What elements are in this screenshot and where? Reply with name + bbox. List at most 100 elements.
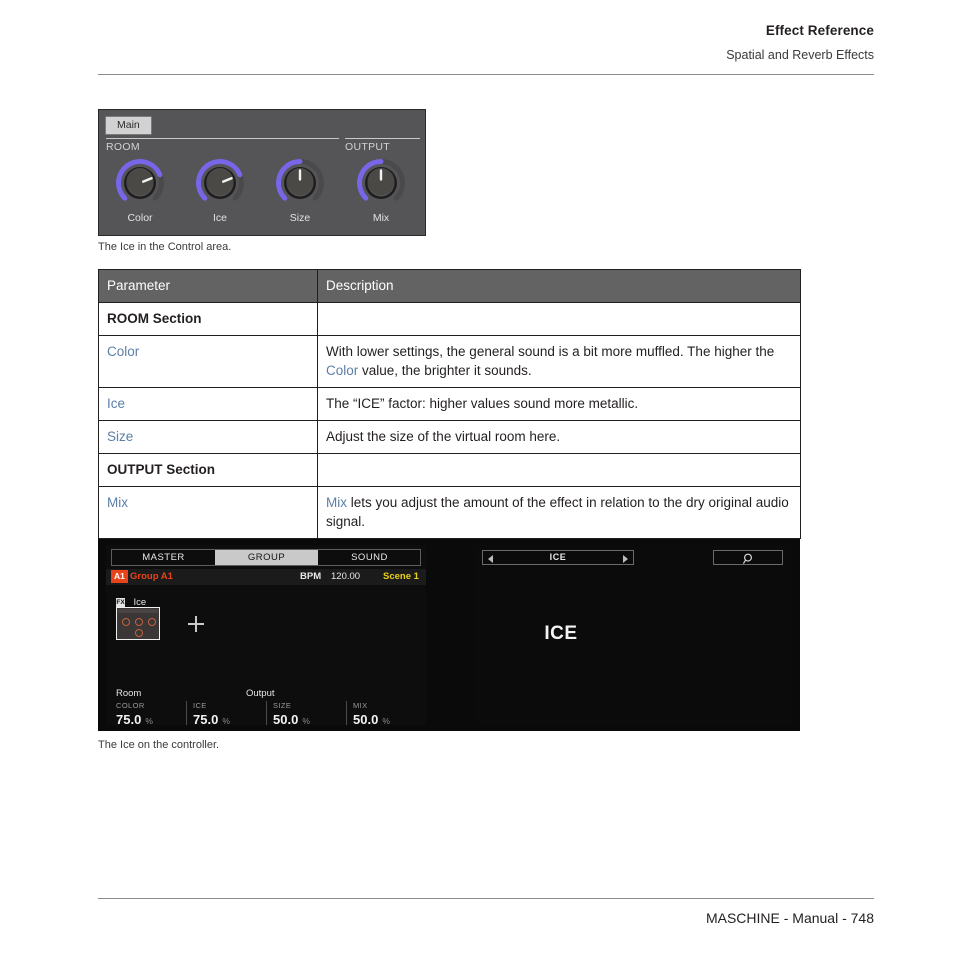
knob-color-label: Color xyxy=(127,212,153,224)
slot-knob-icon xyxy=(135,618,143,626)
desc-link[interactable]: Mix xyxy=(326,495,347,510)
row-description: The “ICE” factor: higher values sound mo… xyxy=(317,387,801,421)
plugin-display-name-wrap: ICE xyxy=(474,623,792,645)
knob-ice-dial[interactable] xyxy=(192,157,248,209)
header-title: Effect Reference xyxy=(765,23,874,38)
footer-divider xyxy=(98,898,874,899)
row-parameter[interactable]: Ice xyxy=(98,387,318,421)
knob-mix[interactable]: Mix xyxy=(349,157,413,224)
controller-tab-bar: MASTER GROUP SOUND xyxy=(111,549,421,566)
table-row: Mix Mix lets you adjust the amount of th… xyxy=(98,486,801,539)
plugin-selector-value: ICE xyxy=(549,552,567,562)
fx-icon: FX xyxy=(116,598,125,608)
plugin-selector[interactable]: ICE xyxy=(482,550,634,565)
param-cell-color[interactable]: COLOR 75.0% xyxy=(106,701,186,727)
param-unit: % xyxy=(302,716,310,726)
scene-name: Scene 1 xyxy=(383,571,419,582)
param-name: MIX xyxy=(353,701,368,710)
param-unit: % xyxy=(222,716,230,726)
table-row: ROOM Section xyxy=(98,302,801,336)
param-cell-mix[interactable]: MIX 50.0% xyxy=(346,701,426,727)
knob-color-dial[interactable] xyxy=(112,157,168,209)
slot-knob-icon xyxy=(135,629,143,637)
plugin-display-name: ICE xyxy=(544,623,578,644)
table-header-row: Parameter Description xyxy=(98,269,801,303)
room-section-label: ROOM xyxy=(106,141,140,153)
row-description xyxy=(317,302,801,336)
param-value: 50.0 xyxy=(353,712,379,727)
header-divider xyxy=(98,74,874,75)
knob-size-dial[interactable] xyxy=(272,157,328,209)
group-badge: A1 xyxy=(111,570,128,583)
table-header-parameter: Parameter xyxy=(98,269,318,303)
knob-mix-dial[interactable] xyxy=(353,157,409,209)
desc-link[interactable]: Color xyxy=(326,363,358,378)
desc-post: lets you adjust the amount of the effect… xyxy=(326,495,789,529)
param-value: 75.0 xyxy=(193,712,219,727)
browse-button[interactable] xyxy=(713,550,783,565)
slot-header-strip xyxy=(118,609,158,613)
param-name: COLOR xyxy=(116,701,145,710)
tab-sound[interactable]: SOUND xyxy=(318,550,421,565)
param-value: 75.0 xyxy=(116,712,142,727)
plugin-slot-thumbnail[interactable] xyxy=(116,607,160,640)
param-name: ICE xyxy=(193,701,207,710)
bpm-label: BPM xyxy=(300,571,322,582)
controller-figure: MASTER GROUP SOUND A1 Group A1 BPM 120.0… xyxy=(98,539,800,731)
plugin-tab-row: Main xyxy=(105,115,152,135)
plugin-control-area: Main ROOM OUTPUT Color Ice Size Mix xyxy=(98,109,426,236)
controller-output-section-label: Output xyxy=(246,688,275,699)
header-subtitle: Spatial and Reverb Effects xyxy=(726,48,874,62)
param-cell-size[interactable]: SIZE 50.0% xyxy=(266,701,346,727)
output-section-label: OUTPUT xyxy=(345,141,390,153)
slot-knob-icon xyxy=(148,618,156,626)
param-cell-ice[interactable]: ICE 75.0% xyxy=(186,701,266,727)
table-row: OUTPUT Section xyxy=(98,453,801,487)
chevron-right-icon[interactable] xyxy=(623,555,628,563)
row-description: Adjust the size of the virtual room here… xyxy=(317,420,801,454)
row-parameter[interactable]: Size xyxy=(98,420,318,454)
bpm-value: 120.00 xyxy=(331,571,361,582)
table-header-description: Description xyxy=(317,269,801,303)
param-unit: % xyxy=(145,716,153,726)
desc-pre: Adjust the size of the virtual room here… xyxy=(326,429,561,444)
knob-ice-label: Ice xyxy=(212,212,227,224)
row-description xyxy=(317,453,801,487)
slot-knob-icon xyxy=(122,618,130,626)
room-section-rule xyxy=(106,138,339,139)
magnifier-icon xyxy=(742,553,753,564)
group-info-row: A1 Group A1 BPM 120.00 Scene 1 xyxy=(106,569,426,585)
desc-pre: With lower settings, the general sound i… xyxy=(326,344,775,359)
footer-text: MASCHINE - Manual - 748 xyxy=(705,910,874,926)
row-description: Mix lets you adjust the amount of the ef… xyxy=(317,486,801,539)
tab-group[interactable]: GROUP xyxy=(215,550,318,565)
param-unit: % xyxy=(382,716,390,726)
tab-master[interactable]: MASTER xyxy=(112,550,215,565)
parameter-table: Parameter Description ROOM Section Color… xyxy=(98,269,801,539)
param-value: 50.0 xyxy=(273,712,299,727)
knob-size-label: Size xyxy=(289,212,311,224)
controller-right-display: ICE ICE xyxy=(474,545,792,725)
add-plugin-button[interactable] xyxy=(188,616,204,632)
desc-pre: The “ICE” factor: higher values sound mo… xyxy=(326,396,639,411)
knob-size[interactable]: Size xyxy=(268,157,332,224)
row-parameter: ROOM Section xyxy=(98,302,318,336)
output-section-rule xyxy=(345,138,420,139)
row-description: With lower settings, the general sound i… xyxy=(317,335,801,388)
knob-mix-label: Mix xyxy=(372,212,390,224)
group-name: Group A1 xyxy=(130,571,173,582)
table-row: Size Adjust the size of the virtual room… xyxy=(98,420,801,454)
row-parameter[interactable]: Mix xyxy=(98,486,318,539)
caption-control-area: The Ice in the Control area. xyxy=(98,241,232,253)
page-header: Effect Reference Spatial and Reverb Effe… xyxy=(98,22,874,64)
knob-color[interactable]: Color xyxy=(108,157,172,224)
tab-main[interactable]: Main xyxy=(105,116,152,135)
caption-controller: The Ice on the controller. xyxy=(98,739,220,751)
row-parameter: OUTPUT Section xyxy=(98,453,318,487)
table-row: Color With lower settings, the general s… xyxy=(98,335,801,388)
param-name: SIZE xyxy=(273,701,292,710)
controller-room-section-label: Room xyxy=(116,688,142,699)
knob-ice[interactable]: Ice xyxy=(188,157,252,224)
table-row: Ice The “ICE” factor: higher values soun… xyxy=(98,387,801,421)
row-parameter[interactable]: Color xyxy=(98,335,318,388)
